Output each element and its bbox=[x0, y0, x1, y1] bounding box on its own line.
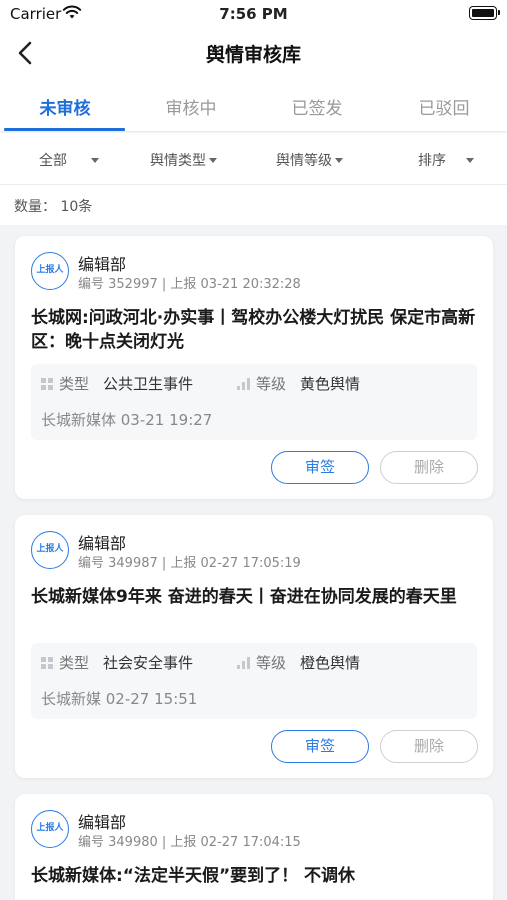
caret-down-icon bbox=[466, 157, 474, 163]
filter-sort-label: 排序 bbox=[418, 153, 446, 169]
filter-sort-dropdown[interactable]: 排序 bbox=[418, 150, 474, 170]
count-value: 10条 bbox=[60, 199, 93, 215]
report-headline: 长城新媒体9年来 奋进的春天丨奋进在协同发展的春天里 bbox=[31, 587, 457, 607]
active-tab-indicator bbox=[4, 128, 125, 131]
report-details: 类型 公共卫生事件 等级 黄色舆情 长城新媒体 03-21 19:27 bbox=[31, 364, 477, 440]
approve-button[interactable]: 审签 bbox=[271, 451, 369, 484]
department-name: 编辑部 bbox=[78, 813, 127, 832]
navigation-bar: 舆情审核库 bbox=[0, 28, 507, 78]
status-bar: Carrier 7:56 PM bbox=[0, 0, 507, 28]
reporter-badge: 上报人 bbox=[31, 531, 69, 569]
filter-all-dropdown[interactable]: 全部 bbox=[39, 150, 99, 170]
filter-type-label: 舆情类型 bbox=[150, 153, 206, 169]
report-headline: 长城网:问政河北·办实事丨驾校办公楼大灯扰民 保定市高新区：晚十点关闭灯光 bbox=[31, 308, 476, 352]
caret-down-icon bbox=[91, 157, 99, 163]
filter-level-label: 舆情等级 bbox=[276, 153, 332, 169]
type-value: 公共卫生事件 bbox=[103, 375, 194, 393]
level-label: 等级 bbox=[256, 375, 287, 393]
tab-reviewing[interactable]: 审核中 bbox=[128, 94, 254, 119]
type-label: 类型 bbox=[59, 654, 90, 672]
page-title: 舆情审核库 bbox=[205, 44, 301, 66]
filter-type-dropdown[interactable]: 舆情类型 bbox=[150, 150, 217, 170]
report-details: 类型 社会安全事件 等级 橙色舆情 长城新媒 02-27 15:51 bbox=[31, 643, 477, 719]
level-value: 黄色舆情 bbox=[300, 375, 361, 393]
level-label: 等级 bbox=[256, 654, 287, 672]
clock: 7:56 PM bbox=[219, 5, 288, 23]
type-value: 社会安全事件 bbox=[103, 654, 194, 672]
filter-all-label: 全部 bbox=[39, 153, 67, 169]
level-value: 橙色舆情 bbox=[300, 654, 361, 672]
details-row: 类型 社会安全事件 等级 橙色舆情 bbox=[41, 652, 360, 673]
source-time: 长城新媒体 03-21 19:27 bbox=[41, 411, 213, 429]
grid-icon bbox=[41, 377, 53, 390]
report-meta: 编号 349987 | 上报 02-27 17:05:19 bbox=[78, 556, 301, 571]
reporter-badge: 上报人 bbox=[31, 810, 69, 848]
delete-button[interactable]: 删除 bbox=[380, 730, 478, 763]
report-headline: 长城新媒体:“法定半天假”要到了！ 不调休 bbox=[31, 866, 356, 886]
status-tabs: 未审核 审核中 已签发 已驳回 bbox=[0, 78, 507, 132]
caret-down-icon bbox=[335, 157, 343, 163]
filter-bar: 全部 舆情类型 舆情等级 排序 bbox=[0, 133, 507, 185]
caret-down-icon bbox=[209, 157, 217, 163]
tab-rejected[interactable]: 已驳回 bbox=[381, 94, 507, 119]
report-card[interactable]: 上报人 编辑部 编号 349987 | 上报 02-27 17:05:19 长城… bbox=[15, 515, 493, 778]
level-bars-icon bbox=[237, 377, 251, 390]
tab-unreviewed[interactable]: 未审核 bbox=[2, 94, 128, 119]
tab-issued[interactable]: 已签发 bbox=[254, 94, 380, 119]
report-card[interactable]: 上报人 编辑部 编号 349980 | 上报 02-27 17:04:15 长城… bbox=[15, 794, 493, 900]
report-meta: 编号 349980 | 上报 02-27 17:04:15 bbox=[78, 835, 301, 850]
delete-button[interactable]: 删除 bbox=[380, 451, 478, 484]
reporter-badge: 上报人 bbox=[31, 252, 69, 290]
department-name: 编辑部 bbox=[78, 534, 127, 553]
result-count: 数量： 10条 bbox=[0, 185, 507, 225]
department-name: 编辑部 bbox=[78, 255, 127, 274]
count-label: 数量： bbox=[14, 199, 56, 215]
battery-icon bbox=[469, 6, 500, 20]
details-row: 类型 公共卫生事件 等级 黄色舆情 bbox=[41, 373, 360, 394]
filter-level-dropdown[interactable]: 舆情等级 bbox=[276, 150, 343, 170]
report-meta: 编号 352997 | 上报 03-21 20:32:28 bbox=[78, 277, 301, 292]
level-bars-icon bbox=[237, 656, 251, 669]
approve-button[interactable]: 审签 bbox=[271, 730, 369, 763]
grid-icon bbox=[41, 656, 53, 669]
source-time: 长城新媒 02-27 15:51 bbox=[41, 690, 198, 708]
type-label: 类型 bbox=[59, 375, 90, 393]
report-card[interactable]: 上报人 编辑部 编号 352997 | 上报 03-21 20:32:28 长城… bbox=[15, 236, 493, 499]
